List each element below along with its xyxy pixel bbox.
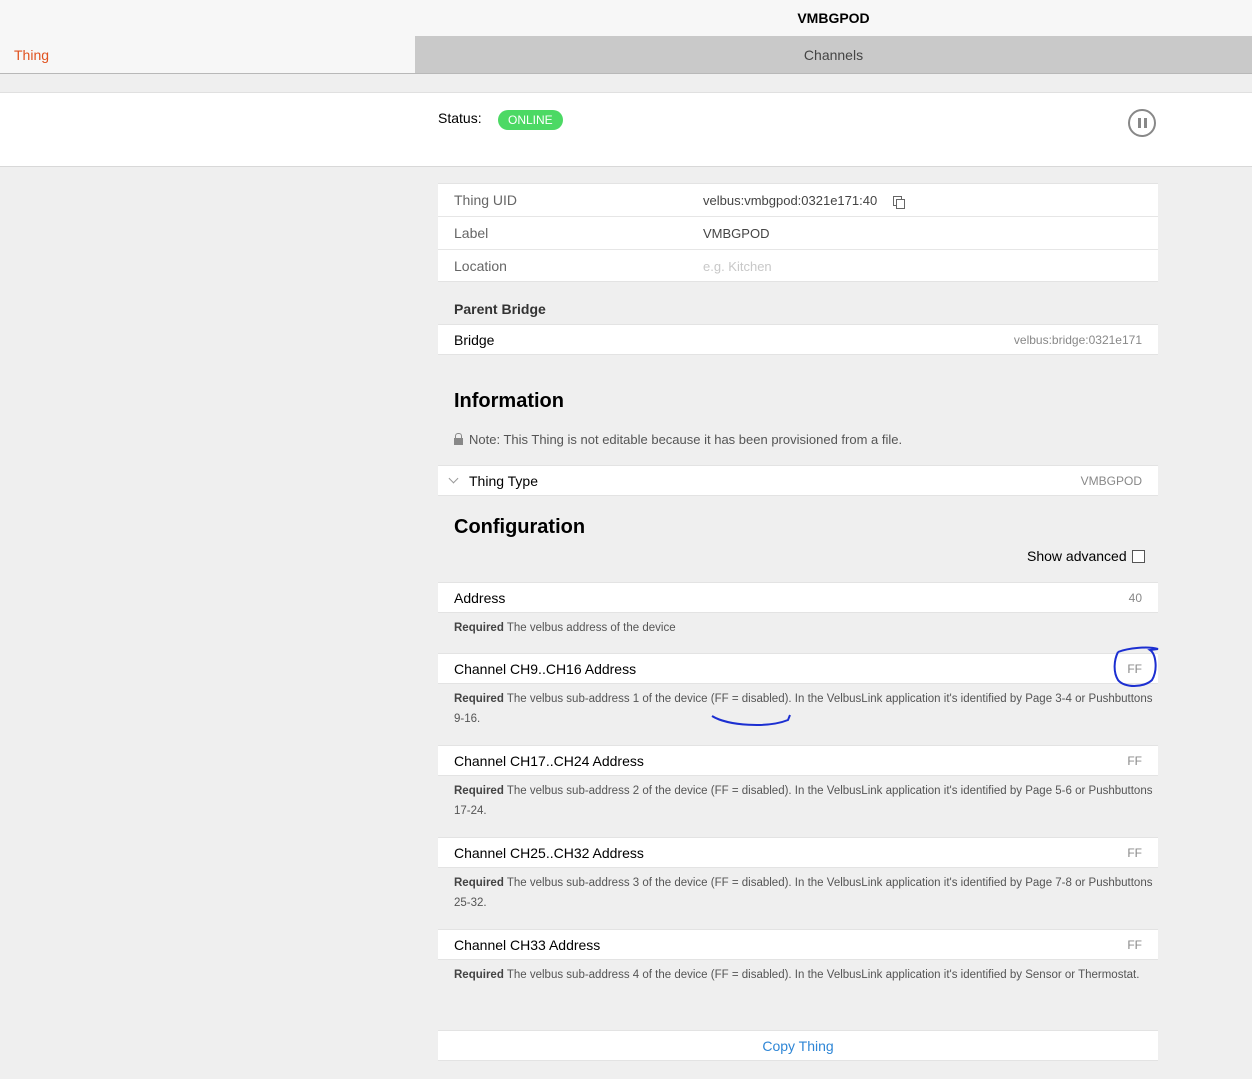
param-help: Required The velbus address of the devic… (454, 618, 1158, 638)
uid-row: Thing UID velbus:vmbgpod:0321e171:40 (438, 184, 1158, 217)
uid-label: Thing UID (454, 192, 518, 208)
required-label: Required (454, 877, 504, 889)
tab-bar: Thing Channels (0, 36, 1252, 74)
param-help: Required The velbus sub-address 2 of the… (454, 781, 1158, 821)
required-label: Required (454, 785, 504, 797)
tab-channels[interactable]: Channels (415, 36, 1252, 73)
page-title: VMBGPOD (797, 10, 870, 26)
config-param-ch33[interactable]: Channel CH33 Address FF (438, 929, 1158, 960)
status-label: Status: (438, 110, 482, 126)
label-value: VMBGPOD (703, 226, 770, 241)
label-row[interactable]: Label VMBGPOD (438, 217, 1158, 250)
required-label: Required (454, 969, 504, 981)
config-param-ch9-16[interactable]: Channel CH9..CH16 Address FF (438, 653, 1158, 684)
param-description: The velbus sub-address 2 of the device (… (454, 785, 1153, 817)
configuration-title: Configuration (454, 516, 586, 538)
show-advanced-checkbox[interactable] (1131, 549, 1145, 563)
title-bar: VMBGPOD (0, 0, 1252, 36)
param-value[interactable]: FF (1127, 846, 1142, 860)
copy-thing-button[interactable]: Copy Thing (438, 1030, 1158, 1061)
information-title: Information (454, 390, 564, 412)
label-label: Label (454, 225, 489, 241)
param-label: Channel CH9..CH16 Address (454, 661, 637, 677)
param-description: The velbus address of the device (506, 622, 676, 634)
param-value[interactable]: 40 (1129, 591, 1142, 605)
param-label: Channel CH25..CH32 Address (454, 845, 644, 861)
copy-icon[interactable] (893, 196, 905, 209)
pause-icon[interactable] (1128, 109, 1156, 137)
show-advanced-label: Show advanced (1027, 548, 1127, 564)
param-description: The velbus sub-address 1 of the device (… (454, 693, 1153, 725)
thing-type-value: VMBGPOD (1080, 474, 1142, 488)
thing-type-label: Thing Type (469, 473, 539, 489)
param-label: Address (454, 590, 506, 606)
bridge-row[interactable]: Bridge velbus:bridge:0321e171 (438, 324, 1158, 355)
thing-type-row[interactable]: Thing Type VMBGPOD (438, 465, 1158, 496)
param-value[interactable]: FF (1127, 754, 1142, 768)
thing-properties: Thing UID velbus:vmbgpod:0321e171:40 Lab… (438, 183, 1158, 282)
status-panel: Status: ONLINE (0, 92, 1252, 167)
param-help: Required The velbus sub-address 1 of the… (454, 689, 1158, 729)
config-param-ch17-24[interactable]: Channel CH17..CH24 Address FF (438, 745, 1158, 776)
lock-icon (454, 433, 463, 445)
config-param-ch25-32[interactable]: Channel CH25..CH32 Address FF (438, 837, 1158, 868)
param-label: Channel CH17..CH24 Address (454, 753, 644, 769)
location-label: Location (454, 258, 507, 274)
param-help: Required The velbus sub-address 4 of the… (454, 965, 1158, 985)
required-label: Required (454, 693, 504, 705)
param-help: Required The velbus sub-address 3 of the… (454, 873, 1158, 913)
status-badge: ONLINE (498, 110, 563, 130)
tab-thing[interactable]: Thing (0, 36, 415, 73)
required-label: Required (454, 622, 504, 634)
param-value[interactable]: FF (1127, 662, 1142, 676)
param-value[interactable]: FF (1127, 938, 1142, 952)
location-input[interactable]: e.g. Kitchen (703, 259, 772, 274)
bridge-value: velbus:bridge:0321e171 (1013, 333, 1142, 347)
param-description: The velbus sub-address 4 of the device (… (506, 969, 1140, 981)
chevron-down-icon[interactable] (448, 473, 459, 484)
uid-value: velbus:vmbgpod:0321e171:40 (703, 193, 878, 208)
param-description: The velbus sub-address 3 of the device (… (454, 877, 1153, 909)
config-param-address[interactable]: Address 40 (438, 582, 1158, 613)
bridge-label: Bridge (454, 332, 495, 348)
note-text: Note: This Thing is not editable because… (469, 432, 903, 447)
location-row[interactable]: Location e.g. Kitchen (438, 250, 1158, 283)
param-label: Channel CH33 Address (454, 937, 601, 953)
parent-bridge-title: Parent Bridge (454, 301, 546, 317)
show-advanced-toggle[interactable]: Show advanced (1027, 548, 1145, 564)
provision-note: Note: This Thing is not editable because… (454, 432, 902, 447)
